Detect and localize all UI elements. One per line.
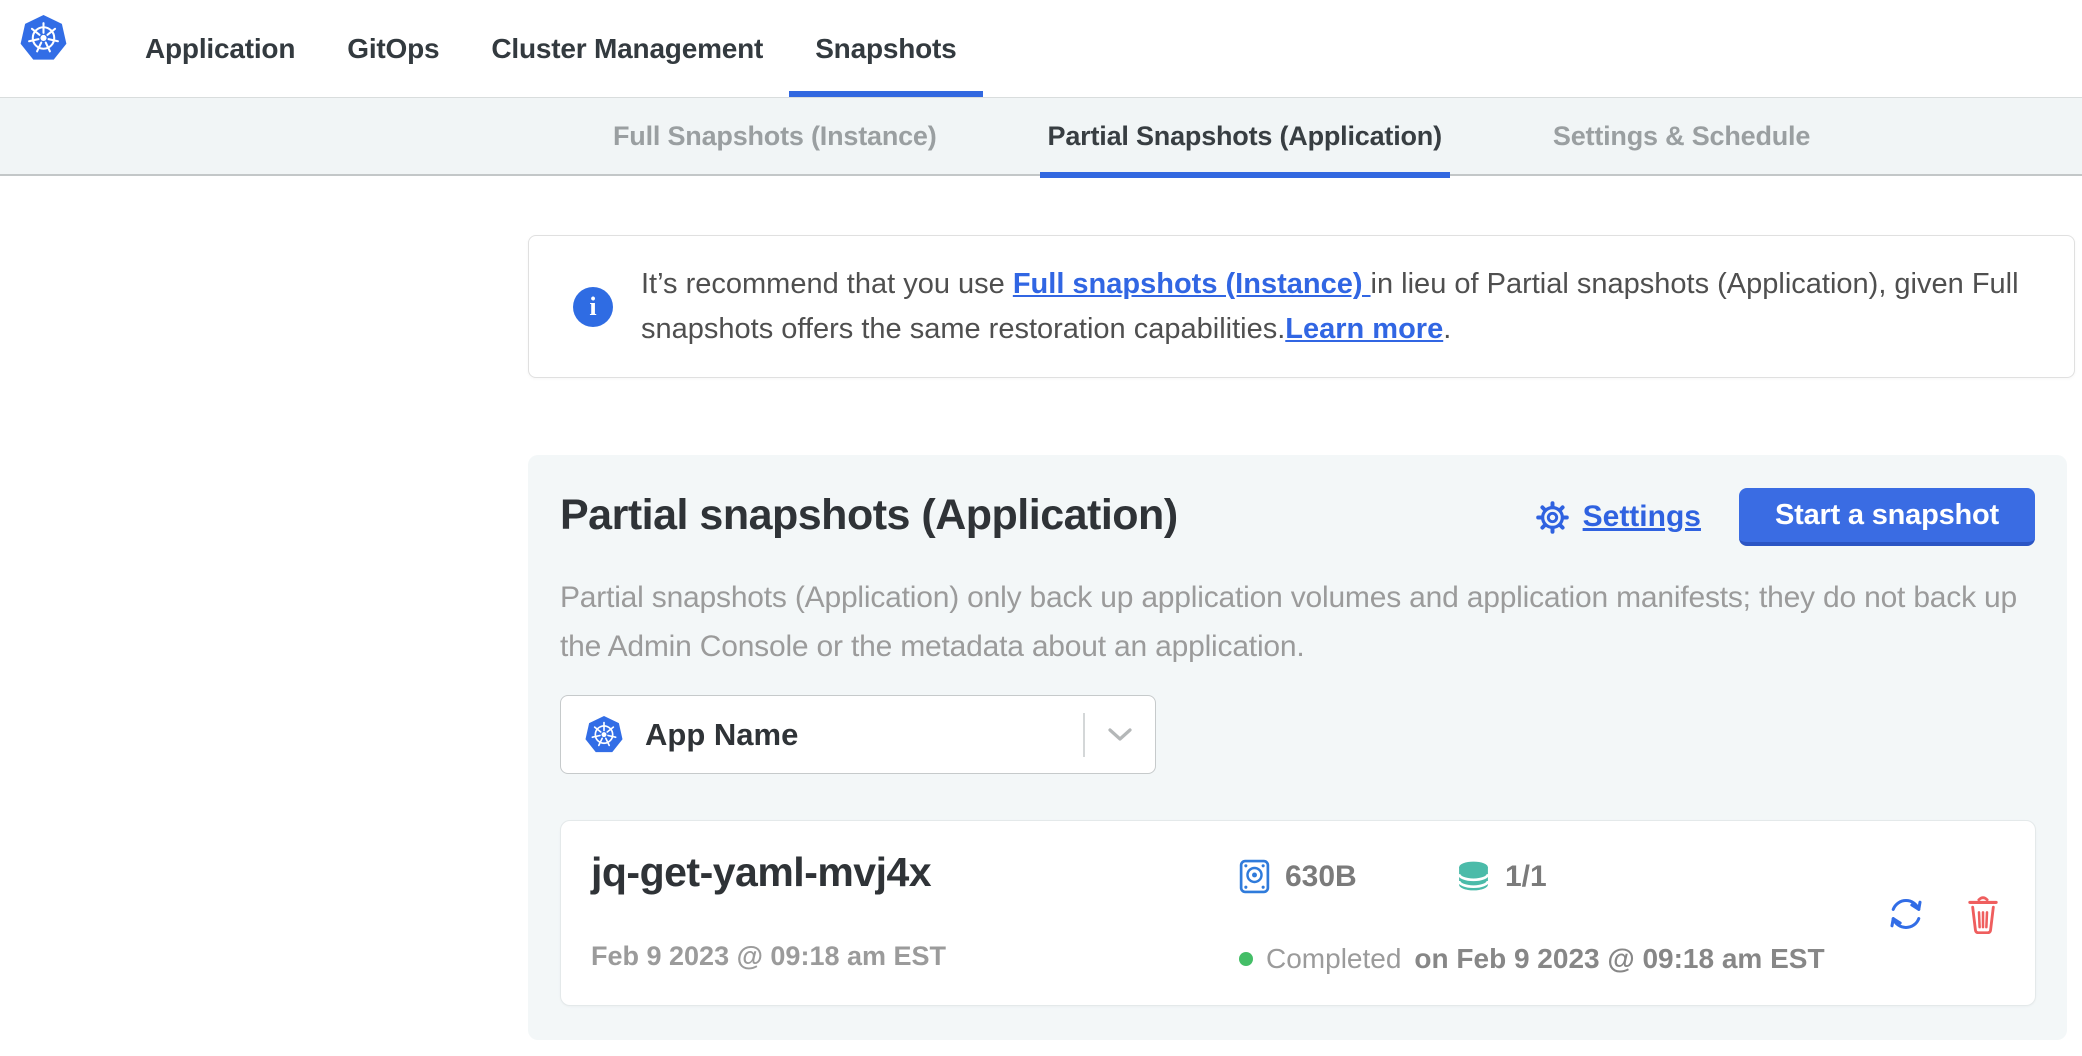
panel-description-line2: the Admin Console or the metadata about … [560,622,2017,671]
snapshot-volumes-stat: 1/1 [1456,859,1547,894]
restore-snapshot-button[interactable] [1883,891,1929,937]
nav-item-snapshots[interactable]: Snapshots [789,0,982,97]
info-text-after: . [1443,313,1451,345]
panel-description-line1: Partial snapshots (Application) only bac… [560,573,2017,622]
snapshot-status: Completed on Feb 9 2023 @ 09:18 am EST [1239,943,1825,975]
snapshot-created-date: Feb 9 2023 @ 09:18 am EST [591,941,946,972]
snapshot-row: jq-get-yaml-mvj4x Feb 9 2023 @ 09:18 am … [560,820,2036,1006]
partial-snapshots-panel: Partial snapshots (Application) [528,455,2067,1040]
snapshot-volumes-value: 1/1 [1505,860,1547,894]
nav-item-gitops[interactable]: GitOps [321,0,465,97]
volume-database-icon [1456,859,1491,894]
panel-actions: Settings Start a snapshot [1534,488,2035,546]
tab-partial-snapshots[interactable]: Partial Snapshots (Application) [1040,97,1450,176]
panel-title: Partial snapshots (Application) [560,491,1178,540]
disk-size-icon [1239,859,1270,894]
settings-label: Settings [1583,500,1701,534]
full-snapshots-link[interactable]: Full snapshots (Instance) [1013,268,1371,300]
gear-icon [1534,499,1571,536]
tab-full-snapshots[interactable]: Full Snapshots (Instance) [605,97,945,176]
delete-snapshot-button[interactable] [1965,894,2001,934]
nav-item-application[interactable]: Application [119,0,321,97]
snapshot-size-value: 630B [1285,860,1357,894]
app-name-dropdown[interactable]: App Name [560,695,1156,774]
snapshot-name: jq-get-yaml-mvj4x [591,849,931,896]
info-text-before: It’s recommend that you use [641,268,1013,300]
trash-icon [1965,894,2001,934]
main-nav: Application GitOps Cluster Management Sn… [119,0,983,97]
snapshots-tabs: Full Snapshots (Instance) Partial Snapsh… [605,97,1818,176]
chevron-down-icon[interactable] [1085,728,1155,742]
info-icon: i [573,287,613,327]
info-banner: i It’s recommend that you use Full snaps… [528,235,2075,378]
status-completed-on: on Feb 9 2023 @ 09:18 am EST [1414,943,1824,975]
snapshots-page: Application GitOps Cluster Management Sn… [0,0,2082,1056]
snapshot-row-actions [1883,891,2001,937]
kubernetes-app-icon [585,716,623,754]
nav-item-cluster-management[interactable]: Cluster Management [465,0,789,97]
info-banner-text: It’s recommend that you use Full snapsho… [641,262,2030,352]
snapshots-tabbar: Full Snapshots (Instance) Partial Snapsh… [0,97,2082,176]
learn-more-link[interactable]: Learn more [1285,313,1443,345]
top-navigation: Application GitOps Cluster Management Sn… [0,0,2082,97]
panel-description: Partial snapshots (Application) only bac… [560,573,2017,671]
app-name-value: App Name [645,717,798,753]
tab-settings-schedule[interactable]: Settings & Schedule [1545,97,1818,176]
snapshot-size-stat: 630B [1239,859,1357,894]
status-dot-icon [1239,952,1253,966]
settings-link[interactable]: Settings [1534,499,1701,536]
restore-icon [1883,891,1929,937]
start-snapshot-button[interactable]: Start a snapshot [1739,488,2035,546]
kubernetes-logo-icon [20,15,67,62]
status-label: Completed [1266,943,1401,975]
